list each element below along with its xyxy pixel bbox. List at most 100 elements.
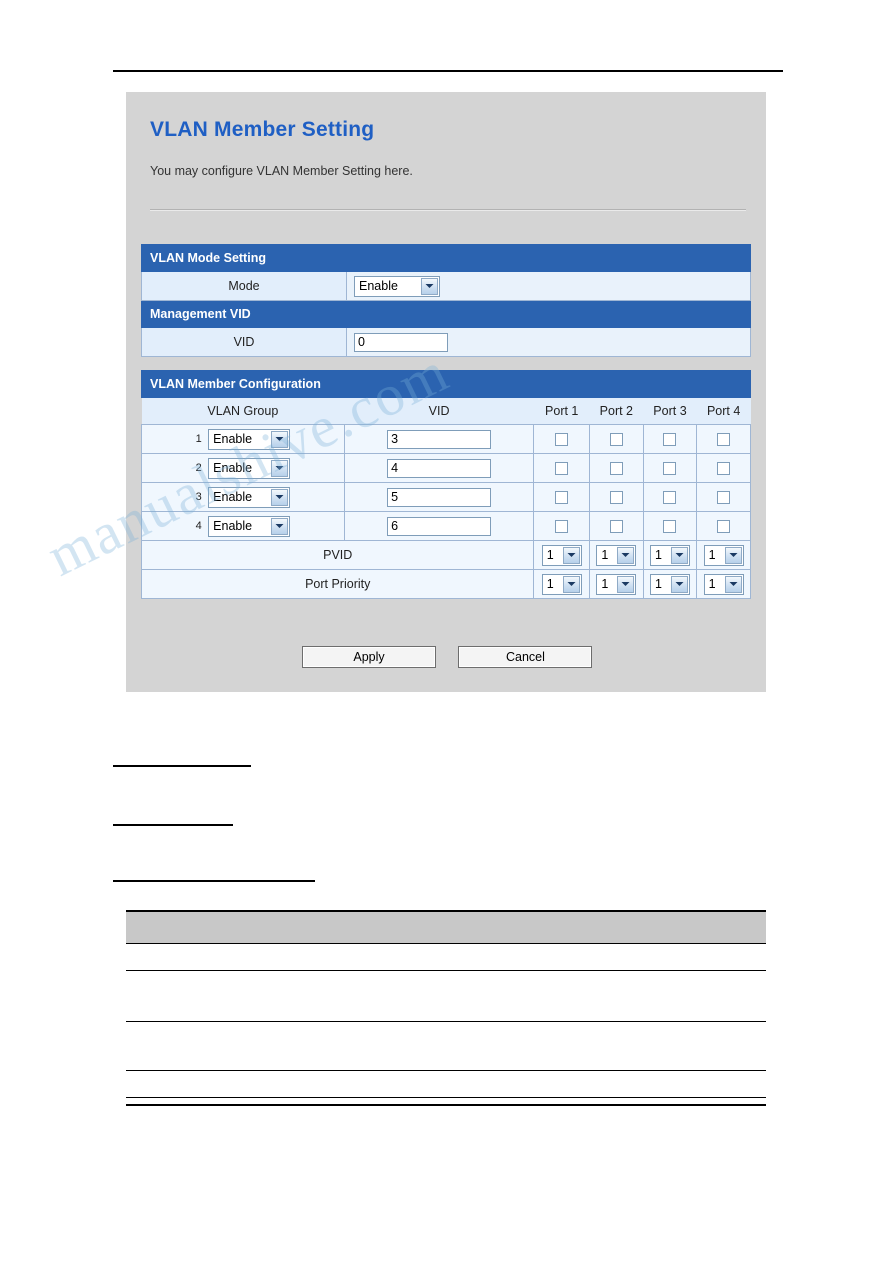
vlan-member-configuration-table: VLAN Member Configuration VLAN Group VID… [140, 370, 751, 599]
column-header-vid: VID [344, 397, 534, 425]
pvid-port-3-select[interactable]: 1 [649, 544, 690, 566]
chevron-down-icon [421, 277, 438, 295]
chevron-down-icon [562, 575, 580, 593]
port-3-checkbox[interactable] [663, 433, 677, 447]
management-vid-label: VID [141, 327, 347, 357]
pvid-port-4-select[interactable]: 1 [703, 544, 744, 566]
vid-cell [343, 482, 535, 512]
vlan-group-select-value: Enable [213, 461, 253, 475]
port-priority-port-1-cell: 1 [533, 569, 591, 599]
port-3-cell [642, 424, 698, 454]
pvid-port-2-cell: 1 [589, 540, 644, 570]
port-4-checkbox[interactable] [717, 462, 731, 476]
port-4-checkbox[interactable] [717, 491, 731, 505]
port-1-checkbox[interactable] [555, 491, 569, 505]
pvid-port-1-select[interactable]: 1 [541, 544, 582, 566]
vid-input[interactable] [387, 458, 492, 478]
vid-input[interactable] [387, 516, 492, 536]
port-1-checkbox[interactable] [555, 520, 569, 534]
port-1-cell [533, 482, 591, 512]
chevron-down-icon [617, 546, 635, 564]
mode-select[interactable]: Enable [354, 275, 440, 297]
port-priority-port-2-cell: 1 [589, 569, 644, 599]
table-row: 2 Enable [141, 453, 751, 483]
port-priority-port-4-cell: 1 [696, 569, 751, 599]
row-index: 4 [195, 520, 202, 533]
vlan-group-select[interactable]: Enable [208, 428, 291, 450]
vlan-group-select[interactable]: Enable [208, 515, 291, 537]
port-3-cell [642, 453, 698, 483]
apply-button[interactable]: Apply [302, 646, 436, 668]
port-2-cell [589, 482, 644, 512]
port-3-checkbox[interactable] [663, 462, 677, 476]
section-header-vlan-mode: VLAN Mode Setting [141, 244, 751, 272]
vlan-group-cell: 3 Enable [141, 482, 345, 512]
bottom-table-rule-4 [126, 1097, 766, 1098]
port-2-checkbox[interactable] [609, 462, 623, 476]
port-priority-port-4-value: 1 [708, 577, 716, 591]
section-header-member-config: VLAN Member Configuration [141, 370, 751, 398]
row-index: 3 [195, 491, 202, 504]
port-4-checkbox[interactable] [717, 520, 731, 534]
vid-input[interactable] [387, 429, 492, 449]
column-header-port-4: Port 4 [696, 397, 751, 425]
port-3-checkbox[interactable] [663, 491, 677, 505]
port-3-cell [642, 511, 698, 541]
vlan-group-select[interactable]: Enable [208, 457, 291, 479]
port-4-cell [696, 453, 751, 483]
port-2-checkbox[interactable] [609, 433, 623, 447]
port-1-cell [533, 453, 591, 483]
vlan-group-cell: 2 Enable [141, 453, 345, 483]
header-divider [150, 209, 746, 211]
pvid-port-3-cell: 1 [642, 540, 698, 570]
port-1-cell [533, 424, 591, 454]
port-priority-port-1-select[interactable]: 1 [541, 573, 582, 595]
chevron-down-icon [724, 546, 742, 564]
page-subtitle: You may configure VLAN Member Setting he… [150, 164, 413, 178]
port-priority-port-2-select[interactable]: 1 [596, 573, 637, 595]
vlan-group-cell: 4 Enable [141, 511, 345, 541]
vlan-group-select[interactable]: Enable [208, 486, 291, 508]
chevron-down-icon [271, 459, 289, 477]
management-vid-field-cell [346, 327, 751, 357]
vid-cell [343, 453, 535, 483]
column-header-port-3: Port 3 [643, 397, 697, 425]
vlan-group-select-value: Enable [213, 432, 253, 446]
row-index: 2 [195, 462, 202, 475]
pvid-port-2-select[interactable]: 1 [596, 544, 637, 566]
port-priority-label: Port Priority [140, 569, 535, 599]
port-2-cell [589, 511, 644, 541]
port-4-cell [696, 511, 751, 541]
document-rule-1 [113, 765, 251, 767]
chevron-down-icon [670, 575, 688, 593]
page-top-rule [113, 70, 783, 72]
mode-label: Mode [141, 271, 347, 301]
chevron-down-icon [724, 575, 742, 593]
mode-select-cell: Enable [346, 271, 751, 301]
vlan-mode-setting-table: VLAN Mode Setting Mode Enable Management… [141, 244, 751, 357]
port-2-cell [589, 453, 644, 483]
vlan-group-select-value: Enable [213, 519, 253, 533]
port-4-cell [696, 482, 751, 512]
port-1-checkbox[interactable] [555, 433, 569, 447]
port-priority-port-2-value: 1 [601, 577, 609, 591]
document-rule-2 [113, 824, 233, 826]
port-1-checkbox[interactable] [555, 462, 569, 476]
port-2-checkbox[interactable] [609, 520, 623, 534]
chevron-down-icon [271, 430, 289, 448]
table-row: 4 Enable [141, 511, 751, 541]
chevron-down-icon [617, 575, 635, 593]
vid-input[interactable] [387, 487, 492, 507]
port-4-checkbox[interactable] [717, 433, 731, 447]
page-title: VLAN Member Setting [150, 118, 375, 141]
chevron-down-icon [271, 488, 289, 506]
vlan-group-cell: 1 Enable [141, 424, 345, 454]
port-3-checkbox[interactable] [663, 520, 677, 534]
cancel-button[interactable]: Cancel [458, 646, 593, 668]
management-vid-input[interactable] [354, 332, 448, 352]
document-rule-3 [113, 880, 315, 882]
port-2-checkbox[interactable] [609, 491, 623, 505]
port-priority-port-3-select[interactable]: 1 [649, 573, 690, 595]
port-priority-port-4-select[interactable]: 1 [703, 573, 744, 595]
pvid-port-1-value: 1 [546, 548, 554, 562]
